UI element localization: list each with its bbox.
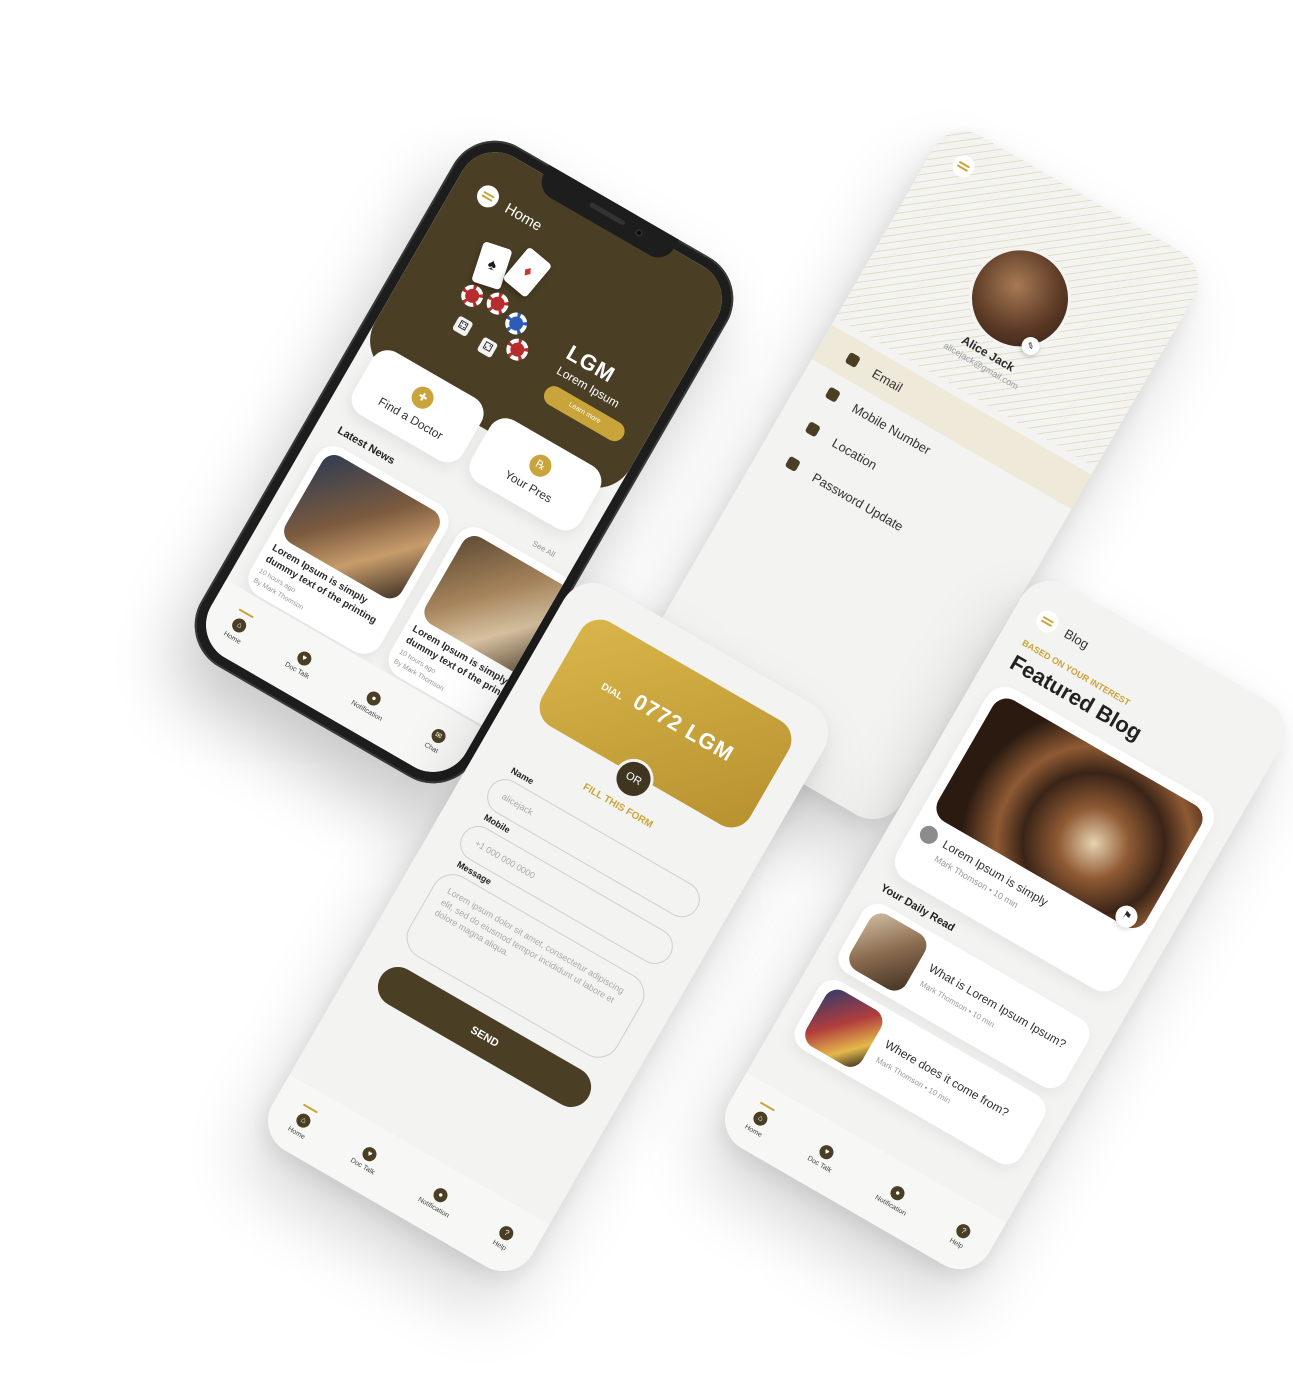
help-icon: ? <box>954 1221 974 1241</box>
menu-logo-icon[interactable] <box>472 181 504 212</box>
read-thumbnail <box>844 908 932 996</box>
home-icon: ⌂ <box>294 1110 314 1130</box>
read-title: What is Lorem Ipsum Ipsum? <box>926 960 1069 1051</box>
help-icon: ? <box>497 1223 517 1243</box>
tab-home[interactable]: ⌂ Home <box>223 607 256 645</box>
find-doctor-label: Find a Doctor <box>375 394 446 443</box>
email-icon <box>844 351 861 369</box>
stethoscope-icon: ♥ <box>360 1144 380 1164</box>
lock-icon <box>784 455 801 473</box>
poker-chip-icon <box>502 334 533 365</box>
tab-home[interactable]: ⌂ Home <box>287 1103 320 1140</box>
author-avatar <box>916 822 942 848</box>
tab-notification[interactable]: ● Notification <box>874 1178 916 1217</box>
casino-illustration: ♠ ♦ ⚃ ⚁ <box>421 219 585 383</box>
prescription-icon: ℞ <box>525 450 556 481</box>
tab-doc-talk[interactable]: ♥ Doc Talk <box>284 645 320 680</box>
home-icon: ⌂ <box>751 1108 771 1128</box>
roulette-image <box>930 692 1209 934</box>
tab-home[interactable]: ⌂ Home <box>744 1101 777 1138</box>
dice-icon: ⚁ <box>476 336 499 359</box>
dial-label: DIAL <box>599 681 625 703</box>
location-pin-icon <box>804 421 821 438</box>
menu-label: Email <box>869 365 906 395</box>
home-icon: ⌂ <box>230 615 250 635</box>
tab-label: Help <box>491 1238 508 1252</box>
doctor-icon: ✚ <box>407 382 438 413</box>
tab-doc-talk[interactable]: ♥ Doc Talk <box>806 1139 842 1174</box>
read-thumbnail <box>800 984 888 1072</box>
tab-label: Chat <box>423 741 440 755</box>
stethoscope-icon: ♥ <box>817 1142 837 1162</box>
tab-doc-talk[interactable]: ♥ Doc Talk <box>349 1141 385 1176</box>
dial-number: 0772 LGM <box>629 688 739 767</box>
phone-icon <box>824 386 841 403</box>
poker-chip-icon <box>501 308 532 339</box>
menu-logo-icon[interactable] <box>1032 606 1063 637</box>
tab-notification[interactable]: ● Notification <box>350 683 392 722</box>
dice-icon: ⚃ <box>451 315 474 338</box>
home-title: Home <box>501 199 546 235</box>
blog-title: Blog <box>1061 625 1092 652</box>
tab-chat[interactable]: ✉ Chat <box>423 725 449 755</box>
chat-icon: ✉ <box>428 725 449 745</box>
bell-icon: ● <box>364 688 384 708</box>
stethoscope-icon: ♥ <box>294 648 314 668</box>
tab-label: Help <box>948 1236 965 1250</box>
bell-icon: ● <box>431 1185 451 1205</box>
bell-icon: ● <box>888 1183 908 1203</box>
tab-help[interactable]: ? Help <box>948 1221 974 1250</box>
contact-tab-bar: ⌂ Home ♥ Doc Talk ● Notification ? Help <box>255 1074 550 1284</box>
tab-help[interactable]: ? Help <box>491 1223 517 1252</box>
poker-chip-icon <box>457 280 488 311</box>
tab-notification[interactable]: ● Notification <box>417 1180 459 1219</box>
see-all-link[interactable]: See All <box>531 539 557 559</box>
